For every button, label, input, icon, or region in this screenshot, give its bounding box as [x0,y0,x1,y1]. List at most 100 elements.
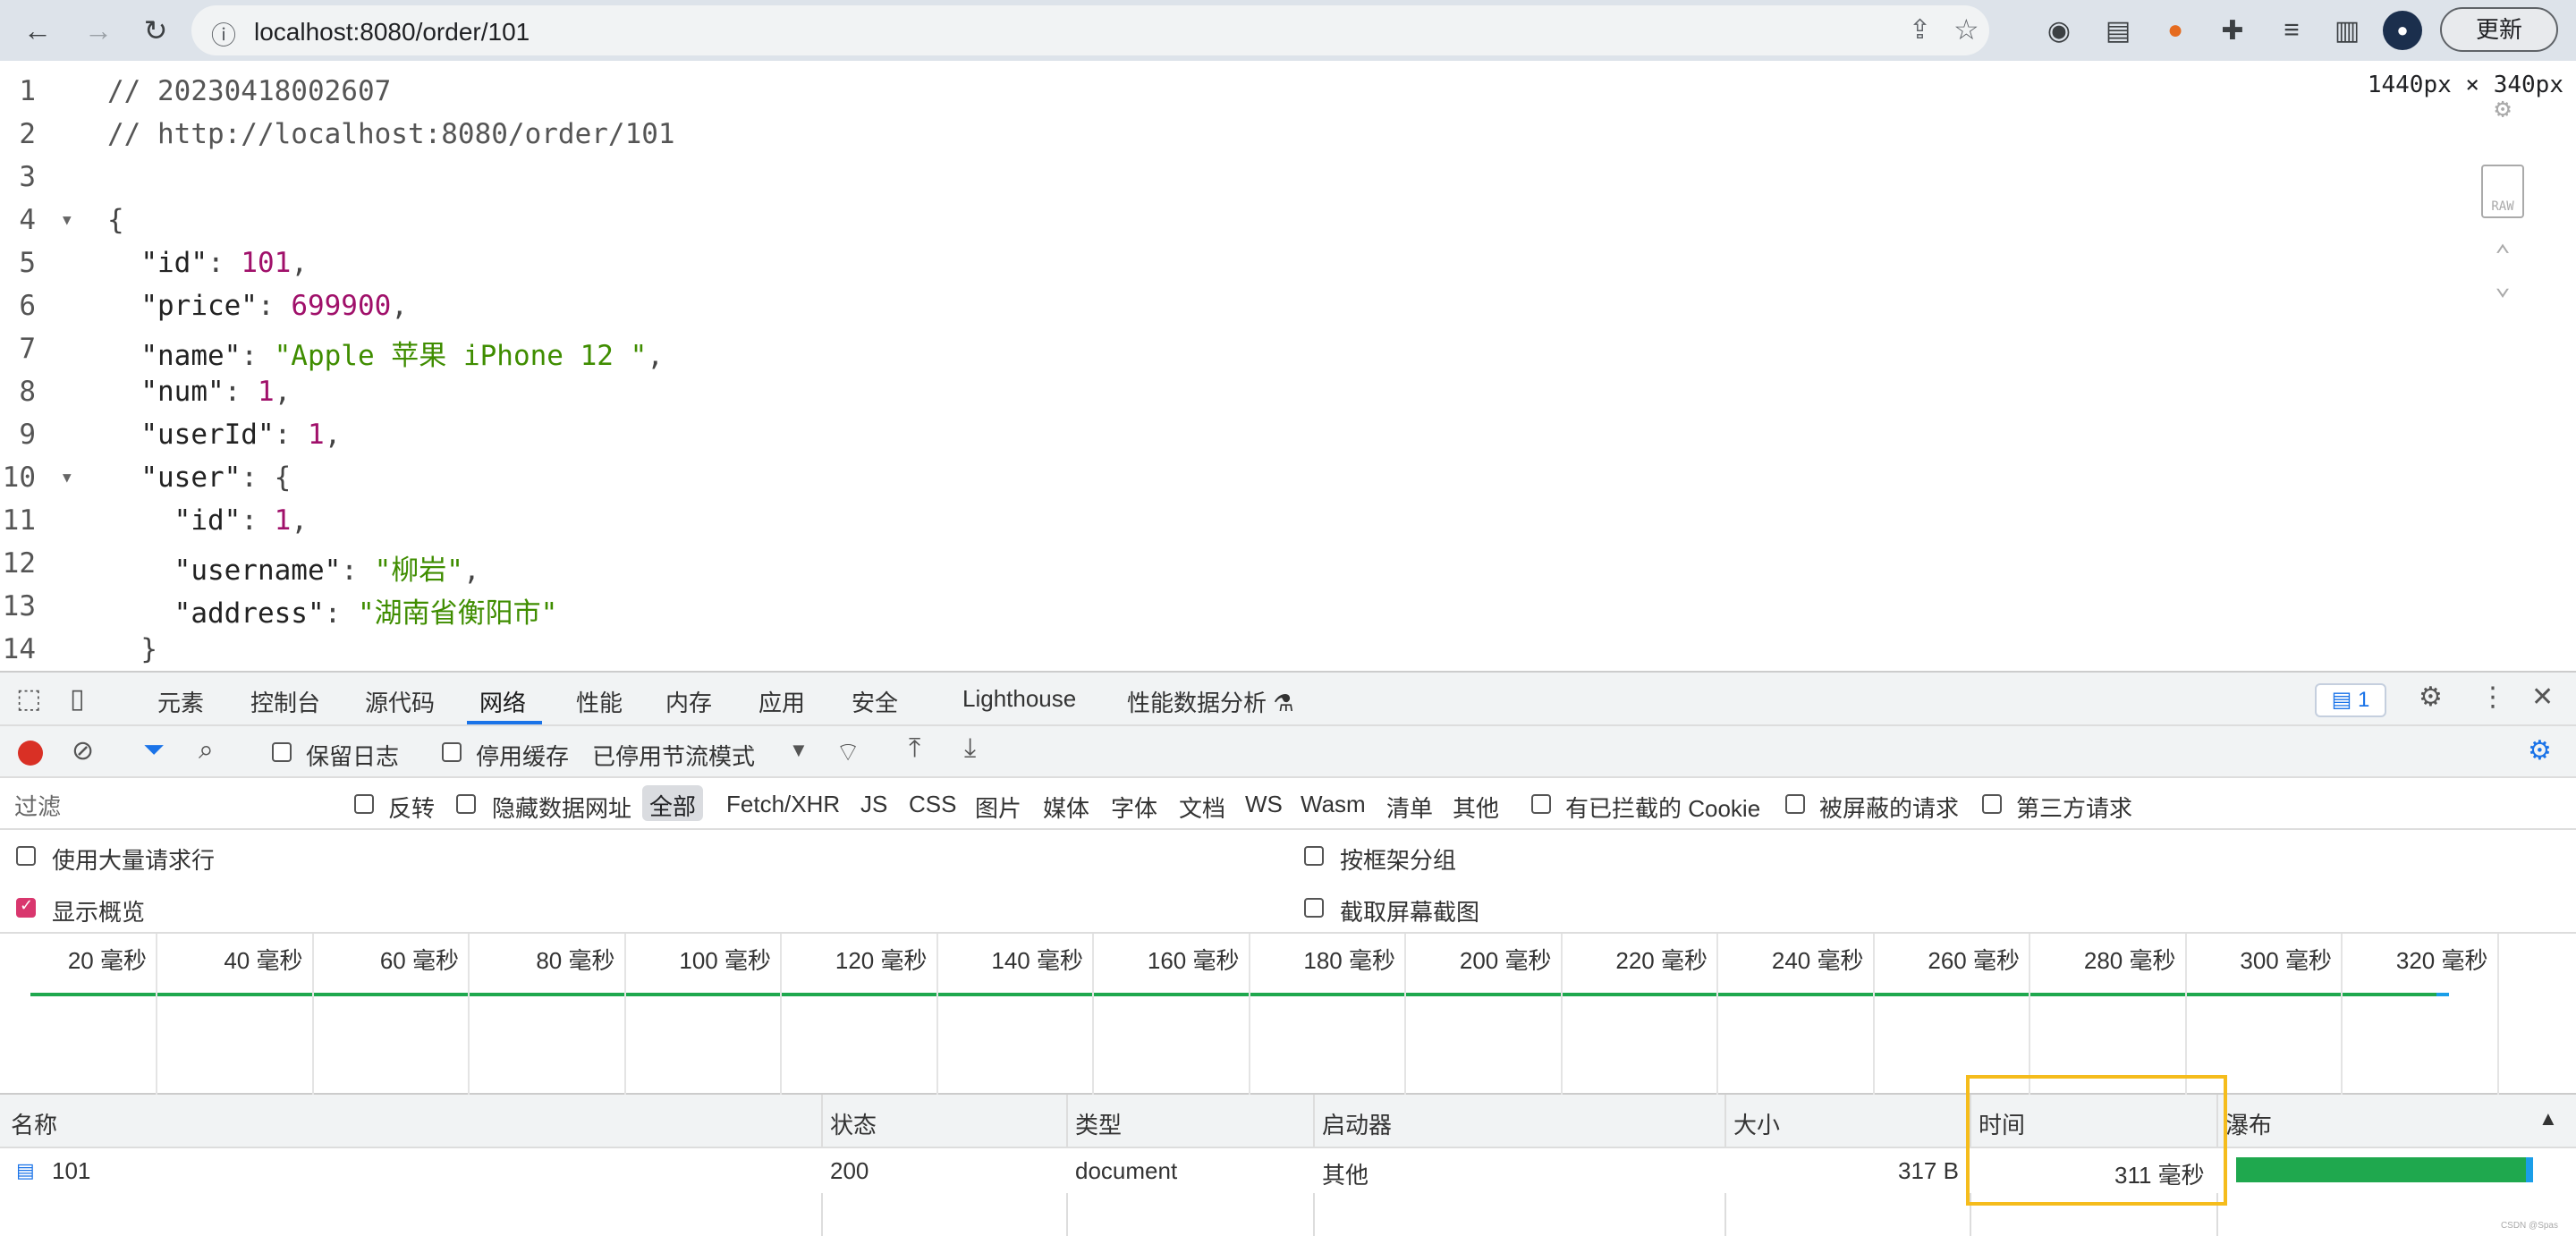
extension-icon-2[interactable]: ▤ [2098,11,2138,50]
type-filter-button[interactable]: 字体 [1111,791,1157,824]
line-number: 9 [19,419,36,451]
browser-window: ← → ↻ ⓘ localhost:8080/order/101 ⇪ ☆ ◉ ▤… [0,0,2576,1236]
bookmark-star-icon[interactable]: ☆ [1953,13,1979,47]
back-button[interactable]: ← [16,9,59,52]
type-filter-button[interactable]: 媒体 [1043,791,1089,824]
col-name-header[interactable]: 名称 [11,1107,57,1140]
address-bar[interactable]: ⓘ localhost:8080/order/101 ⇪ ☆ [191,5,1989,55]
code-text: // http://localhost:8080/order/101 [107,118,675,150]
network-settings-gear-icon[interactable]: ⚙ [2528,735,2552,766]
type-filter-button[interactable]: Fetch/XHR [726,791,840,818]
throttle-select[interactable]: 已停用节流模式 [592,739,755,772]
settings-gear-icon[interactable]: ⚙ [2481,93,2524,124]
profile-avatar[interactable]: ● [2383,11,2422,50]
issues-badge[interactable]: ▤ 1 [2315,683,2386,717]
fold-toggle-icon[interactable]: ▼ [63,211,72,228]
timeline-tick-label: 120 毫秒 [835,947,928,974]
line-number: 11 [2,504,36,537]
line-number: 5 [19,247,36,279]
fold-toggle-icon[interactable]: ▼ [63,469,72,486]
settings-gear-icon[interactable]: ⚙ [2419,681,2443,713]
type-filter-button[interactable]: CSS [909,791,956,818]
show-overview-checkbox[interactable] [16,896,36,918]
col-type-header[interactable]: 类型 [1075,1107,1122,1140]
extension-icon-1[interactable]: ◉ [2039,11,2079,50]
third-party-checkbox[interactable] [1982,794,2002,814]
clear-icon[interactable]: ⊘ [72,735,94,766]
inspect-element-icon[interactable]: ⬚ [16,683,41,715]
devtools-tab[interactable]: 网络 [479,685,526,718]
hide-data-urls-checkbox[interactable] [456,794,476,814]
devtools-tab[interactable]: 内存 [665,685,712,718]
share-icon[interactable]: ⇪ [1909,14,1931,46]
info-icon[interactable]: ⓘ [211,16,236,52]
col-initiator-header[interactable]: 启动器 [1322,1107,1392,1140]
invert-checkbox[interactable] [354,794,374,814]
col-status-header[interactable]: 状态 [830,1107,877,1140]
devtools-tab[interactable]: 元素 [157,685,204,718]
side-panel-icon[interactable]: ▥ [2327,11,2367,50]
chevron-down-icon[interactable]: ▼ [789,739,809,762]
devtools-tab[interactable]: 性能数据分析 ⚗ [1127,685,1294,718]
extensions-puzzle-icon[interactable]: ✚ [2213,11,2252,50]
disable-cache-checkbox[interactable] [442,742,462,762]
col-waterfall-header[interactable]: 瀑布 [2225,1107,2272,1140]
overview-timeline[interactable]: 20 毫秒 40 毫秒 60 毫秒 80 毫秒 100 毫秒 120 毫秒 140 毫秒 16… [0,934,2576,1095]
close-icon[interactable]: ✕ [2531,681,2554,713]
record-button[interactable] [18,741,43,766]
blocked-cookies-checkbox[interactable] [1531,794,1551,814]
type-filter-button[interactable]: JS [860,791,887,818]
network-conditions-icon[interactable]: ⌔ [835,735,860,769]
export-har-icon[interactable]: ⤓ [964,733,976,764]
chevron-down-icon[interactable]: ⌄ [2481,270,2524,301]
code-token: "price" [107,290,258,322]
code-token: // http://localhost:8080/order/101 [107,118,675,150]
watermark: CSDN @Spas [2500,1221,2558,1231]
search-icon[interactable]: ⌕ [199,735,214,766]
forward-button[interactable]: → [77,9,120,52]
devtools-tab[interactable]: 安全 [852,685,898,718]
devtools-tab[interactable]: 源代码 [365,685,435,718]
reading-list-icon[interactable]: ≡ [2272,11,2311,50]
timeline-tick-label: 40 毫秒 [224,947,303,974]
devtools-tab[interactable]: 性能 [576,685,623,718]
more-options-icon[interactable]: ⋮ [2479,681,2506,713]
filter-input[interactable]: 过滤 [5,785,327,821]
device-toolbar-icon[interactable]: ▯ [70,683,85,715]
reload-button[interactable]: ↻ [134,9,177,52]
timeline-tick-label: 180 毫秒 [1303,947,1395,974]
code-text: "username": "柳岩", [107,547,480,588]
type-filter-button[interactable]: Wasm [1301,791,1366,818]
update-button[interactable]: 更新 [2440,7,2558,52]
show-overview-label: 显示概览 [52,899,146,926]
col-size-header[interactable]: 大小 [1733,1107,1780,1140]
devtools-tab[interactable]: 控制台 [250,685,320,718]
code-token: , [462,555,480,587]
big-request-rows-checkbox[interactable] [16,846,36,866]
devtools-tab[interactable]: Lighthouse [962,685,1076,713]
code-token: : [324,597,358,630]
raw-view-icon[interactable]: RAW [2481,165,2524,218]
sort-ascending-icon[interactable]: ▲ [2538,1107,2558,1130]
devtools-tab[interactable]: 应用 [758,685,805,718]
type-filter-button[interactable]: WS [1245,791,1283,818]
chevron-up-icon[interactable]: ⌃ [2481,240,2524,271]
type-filter-button[interactable]: 文档 [1179,791,1225,824]
active-tab-indicator [467,721,542,724]
blocked-requests-checkbox[interactable] [1785,794,1805,814]
row-name[interactable]: 101 [52,1157,90,1185]
extension-icon-3[interactable]: ● [2156,11,2195,50]
group-by-frame-checkbox[interactable] [1304,846,1324,866]
type-filter-button[interactable]: 其他 [1453,791,1499,824]
type-filter-button[interactable]: 全部 [642,785,704,821]
timeline-tick-label: 80 毫秒 [536,947,615,974]
preserve-log-checkbox[interactable] [272,742,292,762]
import-har-icon[interactable]: ⤒ [909,733,920,764]
capture-screenshots-checkbox[interactable] [1304,898,1324,918]
code-text: "user": { [107,461,291,494]
timeline-request-bar [30,993,2436,996]
timeline-request-bar-tail [2436,993,2449,996]
type-filter-button[interactable]: 清单 [1386,791,1433,824]
type-filter-button[interactable]: 图片 [975,791,1021,824]
filter-icon[interactable]: ⏷ [143,735,165,766]
